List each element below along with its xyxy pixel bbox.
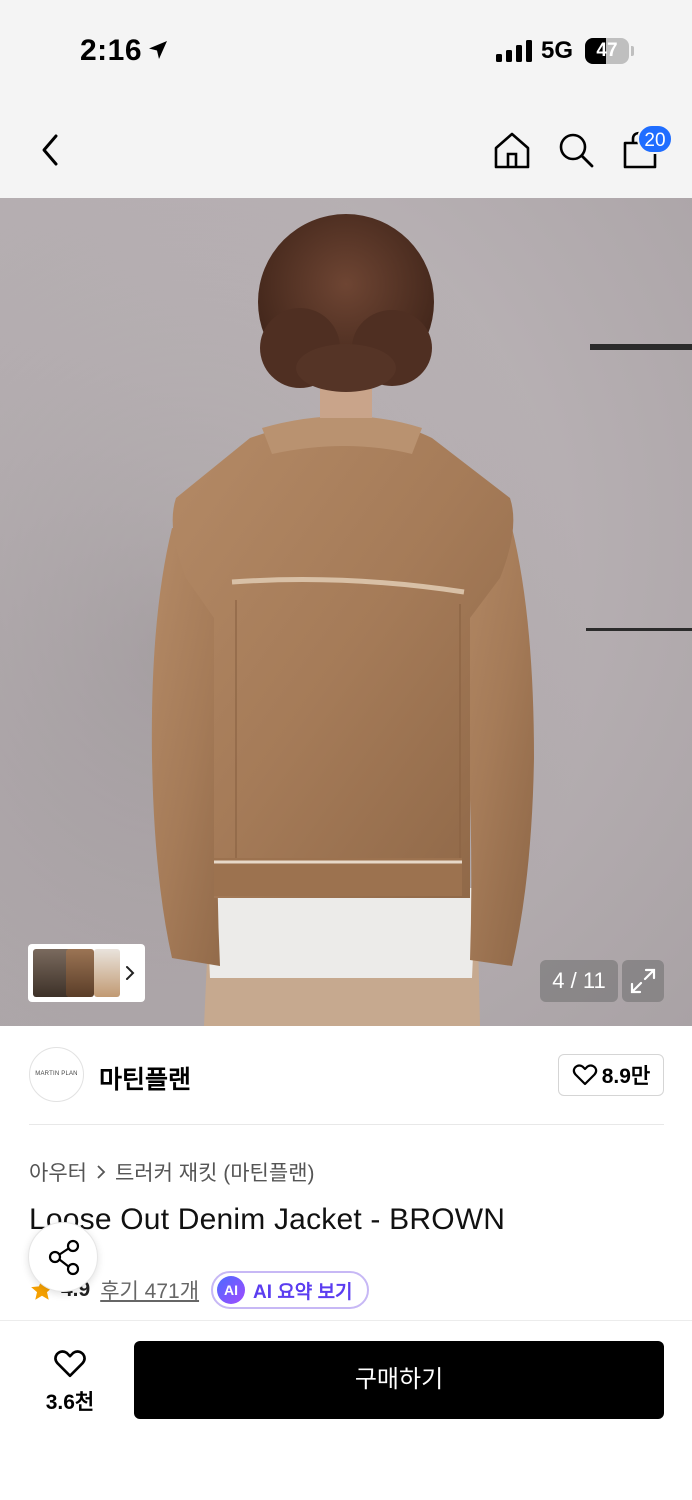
battery-tip	[631, 46, 634, 56]
product-photo	[0, 198, 692, 1026]
breadcrumb-category[interactable]: 아우터	[29, 1157, 87, 1187]
thumbnail-image	[66, 949, 94, 997]
brand-name[interactable]: 마틴플랜	[99, 1060, 191, 1096]
divider	[29, 1124, 664, 1125]
status-time: 2:16	[80, 34, 143, 67]
product-title: Loose Out Denim Jacket - BROWN	[29, 1203, 506, 1236]
battery-percent: 47	[596, 40, 618, 61]
product-image[interactable]: 4 / 11	[0, 198, 692, 1026]
expand-icon	[630, 968, 656, 994]
brand-like-button[interactable]: 8.9만	[558, 1054, 664, 1096]
location-arrow-icon	[149, 41, 167, 59]
brand-like-count: 8.9만	[601, 1065, 651, 1088]
ai-summary-label: AI 요약 보기	[253, 1281, 353, 1303]
heart-icon	[572, 1064, 597, 1086]
battery-icon: 47	[585, 38, 629, 64]
ai-summary-button[interactable]: AI AI 요약 보기	[211, 1271, 369, 1309]
back-icon[interactable]	[36, 130, 64, 170]
breadcrumb-subcategory[interactable]: 트러커 재킷 (마틴플랜)	[115, 1157, 315, 1187]
wishlist-button[interactable]: 3.6천	[20, 1344, 120, 1420]
wishlist-count: 3.6천	[45, 1391, 95, 1414]
breadcrumb: 아우터 트러커 재킷 (마틴플랜)	[29, 1157, 315, 1187]
share-button[interactable]	[28, 1222, 98, 1292]
ai-badge-icon: AI	[217, 1276, 246, 1304]
search-icon[interactable]	[556, 130, 596, 170]
home-icon[interactable]	[492, 130, 532, 170]
thumbnail-image	[94, 949, 120, 997]
signal-icon	[496, 40, 532, 62]
heart-icon	[54, 1350, 86, 1378]
chevron-right-icon	[97, 1165, 106, 1179]
network-type: 5G	[541, 37, 574, 64]
brand-logo[interactable]: MARTIN PLAN	[29, 1047, 84, 1102]
share-icon	[48, 1239, 80, 1276]
chevron-right-icon	[126, 966, 135, 980]
thumbnail-strip[interactable]	[28, 944, 145, 1002]
review-link[interactable]: 후기 471개	[100, 1275, 199, 1305]
image-counter: 4 / 11	[540, 960, 618, 1002]
status-bar: 2:16 5G 47	[0, 0, 692, 100]
top-nav	[0, 100, 692, 198]
expand-button[interactable]	[622, 960, 664, 1002]
buy-button[interactable]: 구매하기	[134, 1341, 664, 1419]
cart-count-badge: 20	[637, 124, 673, 154]
